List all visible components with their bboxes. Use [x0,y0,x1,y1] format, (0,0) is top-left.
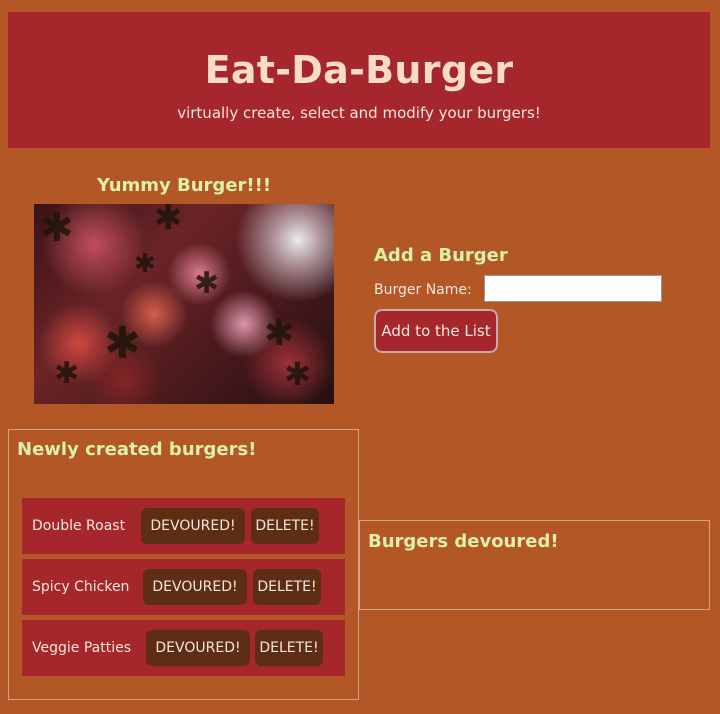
app-subtitle: virtually create, select and modify your… [177,104,541,122]
app-title: Eat-Da-Burger [204,48,514,92]
devoured-burgers-heading: Burgers devoured! [368,531,559,552]
feature-title: Yummy Burger!!! [96,175,272,196]
add-burger-heading: Add a Burger [374,245,508,266]
leaf-shape: ✱ [54,356,80,391]
devoured-button[interactable]: DEVOURED! [143,569,247,605]
leaf-shape: ✱ [134,249,156,279]
burger-row: Veggie Patties DEVOURED! DELETE! [22,620,345,676]
devoured-button[interactable]: DEVOURED! [141,508,245,544]
leaf-shape: ✱ [194,266,220,301]
leaf-shape: ✱ [104,318,141,369]
burger-row: Spicy Chicken DEVOURED! DELETE! [22,559,345,615]
delete-button[interactable]: DELETE! [255,630,323,666]
leaf-shape: ✱ [284,355,311,393]
burger-row: Double Roast DEVOURED! DELETE! [22,498,345,554]
delete-button[interactable]: DELETE! [253,569,321,605]
burger-name-input[interactable] [484,275,662,302]
devoured-button[interactable]: DEVOURED! [146,630,250,666]
add-to-list-button[interactable]: Add to the List [374,309,498,353]
leaf-shape: ✱ [264,313,295,354]
burger-name: Double Roast [32,518,126,534]
new-burgers-heading: Newly created burgers! [17,439,257,460]
delete-button[interactable]: DELETE! [251,508,319,544]
burger-name: Spicy Chicken [32,579,130,595]
leaf-shape: ✱ [154,204,183,238]
leaf-shape: ✱ [40,205,74,251]
feature-image: ✱ ✱ ✱ ✱ ✱ ✱ ✱ ✱ [34,204,334,404]
burger-name-label: Burger Name: [374,282,472,298]
burger-name: Veggie Patties [32,640,131,656]
page-header: Eat-Da-Burger virtually create, select a… [8,12,710,148]
